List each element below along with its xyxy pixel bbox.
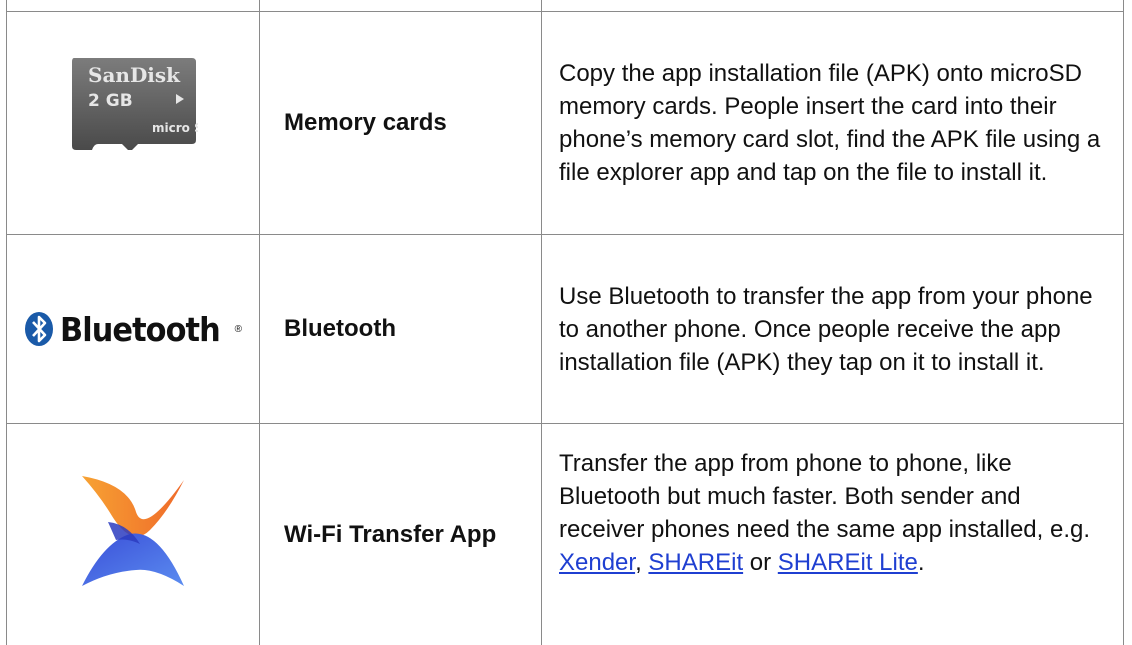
memory-card-icon-cell: SanDisk 2 GB micro SD [7,12,259,234]
xender-logo-icon [82,476,184,586]
separator: , [635,549,649,576]
row-description-text: Transfer the app from phone to phone, li… [559,447,1105,579]
description-prefix: Transfer the app from phone to phone, li… [559,450,1091,543]
row-name-memory-cards: Memory cards [260,12,541,234]
sd-brand-text: SanDisk [88,63,181,87]
xender-link[interactable]: Xender [559,549,635,576]
bluetooth-wordmark: Bluetooth [59,309,221,349]
row-name-label: Memory cards [284,109,447,136]
separator: or [743,549,778,576]
row-name-wifi-transfer-app: Wi-Fi Transfer App [260,424,541,645]
bluetooth-rune-icon [24,312,53,346]
row-name-label: Bluetooth [284,315,396,342]
sd-capacity-text: 2 GB [88,91,133,111]
sd-type-text: micro SD [152,121,198,135]
row-name-label: Wi-Fi Transfer App [284,520,497,548]
description-suffix: . [917,549,925,576]
xender-icon-cell [7,424,259,645]
row-description-text: Use Bluetooth to transfer the app from y… [559,282,1093,376]
row-description-wifi-transfer-app: Transfer the app from phone to phone, li… [542,424,1123,645]
shareit-link[interactable]: SHAREit [648,549,743,576]
row-description-text: Copy the app installation file (APK) ont… [559,60,1101,186]
registered-mark: ® [234,323,243,335]
microsd-card-icon: SanDisk 2 GB micro SD [68,54,198,158]
row-name-bluetooth: Bluetooth [260,235,541,423]
row-description-memory-cards: Copy the app installation file (APK) ont… [542,12,1123,234]
row-description-bluetooth: Use Bluetooth to transfer the app from y… [542,235,1123,423]
bluetooth-icon-cell: Bluetooth ® [7,235,259,423]
bluetooth-logo-icon: Bluetooth ® [24,310,242,349]
shareit-lite-link[interactable]: SHAREit Lite [778,549,918,576]
table-right-border [1123,0,1124,645]
